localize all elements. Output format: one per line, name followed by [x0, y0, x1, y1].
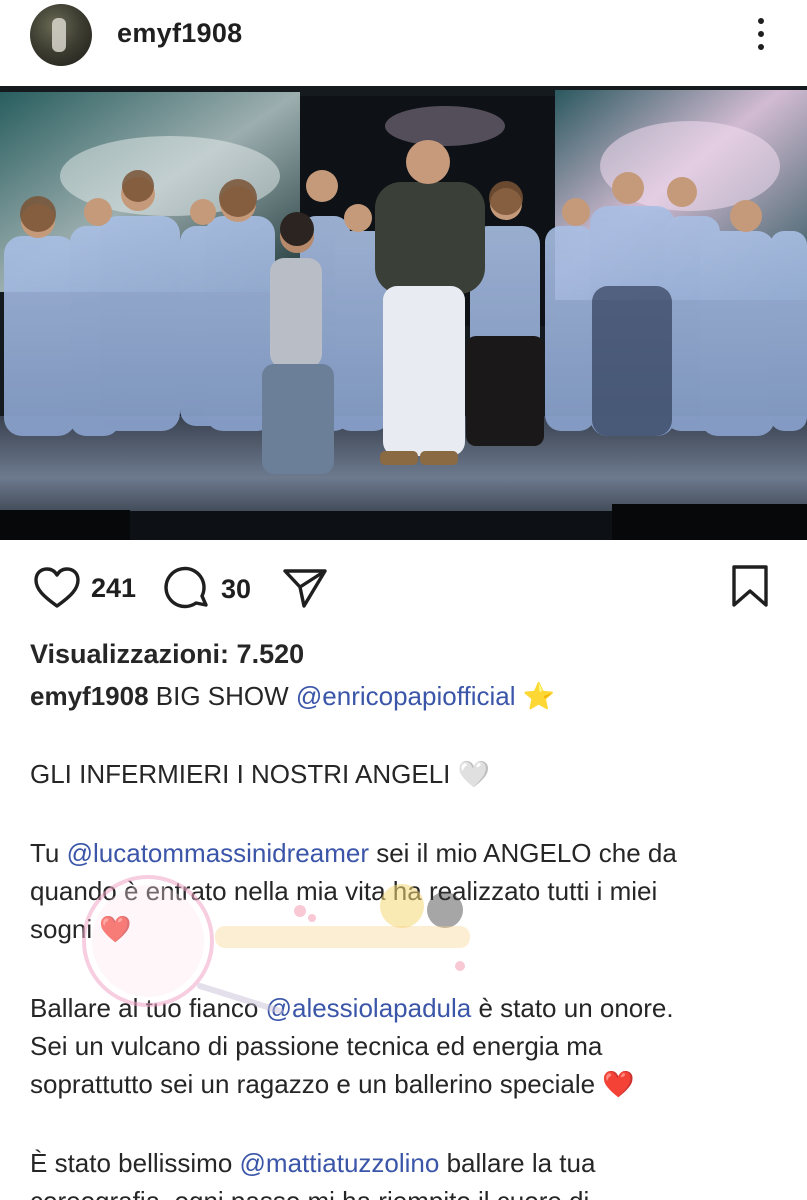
caption-text: sei il mio ANGELO che da	[369, 838, 677, 868]
caption-text: È stato bellissimo	[30, 1148, 240, 1178]
mention-link[interactable]: @enricopapiofficial	[296, 681, 516, 711]
caption-line: emyf1908 BIG SHOW @enricopapiofficial ⭐	[30, 681, 555, 712]
caption-line: coreografia, ogni passo mi ha riempito i…	[30, 1186, 589, 1200]
star-emoji: ⭐	[515, 681, 556, 711]
likes-count[interactable]: 241	[91, 573, 136, 604]
caption-text: è stato un onore.	[471, 993, 674, 1023]
save-button[interactable]	[730, 564, 770, 608]
comment-bubble-icon[interactable]	[163, 565, 211, 613]
post-header: emyf1908	[0, 0, 807, 86]
caption-author[interactable]: emyf1908	[30, 681, 149, 711]
post-video[interactable]	[0, 86, 807, 540]
caption-line: soprattutto sei un ragazzo e un ballerin…	[30, 1069, 635, 1099]
share-button[interactable]	[282, 567, 328, 609]
comments-count[interactable]: 30	[221, 574, 251, 605]
comment-button[interactable]: 30	[163, 565, 251, 613]
caption-line: Sei un vulcano di passione tecnica ed en…	[30, 1031, 603, 1061]
more-vertical-icon[interactable]	[748, 14, 774, 54]
views-count: Visualizzazioni: 7.520	[30, 639, 305, 669]
post-username[interactable]: emyf1908	[117, 18, 243, 49]
like-button[interactable]: 241	[33, 566, 136, 610]
heart-icon[interactable]	[33, 566, 81, 610]
caption-text: ballare la tua	[439, 1148, 596, 1178]
caption-line: Ballare al tuo fianco @alessiolapadula è…	[30, 993, 674, 1024]
caption-text: BIG SHOW	[148, 681, 296, 711]
caption-text: Ballare al tuo fianco	[30, 993, 266, 1023]
mention-link[interactable]: @lucatommassinidreamer	[67, 838, 369, 868]
avatar[interactable]	[30, 4, 92, 66]
caption-line: quando è entrato nella mia vita ha reali…	[30, 876, 658, 906]
caption-line: GLI INFERMIERI I NOSTRI ANGELI 🤍	[30, 759, 491, 789]
bookmark-icon[interactable]	[730, 564, 770, 608]
paper-plane-icon[interactable]	[282, 567, 328, 609]
mention-link[interactable]: @mattiatuzzolino	[240, 1148, 440, 1178]
caption-line: È stato bellissimo @mattiatuzzolino ball…	[30, 1148, 595, 1179]
caption-line: Tu @lucatommassinidreamer sei il mio ANG…	[30, 838, 677, 869]
video-frame	[0, 86, 807, 540]
mention-link[interactable]: @alessiolapadula	[266, 993, 472, 1023]
caption-line: sogni ❤️	[30, 914, 132, 944]
post-actions: 241 30	[0, 556, 807, 622]
caption-text: Tu	[30, 838, 67, 868]
